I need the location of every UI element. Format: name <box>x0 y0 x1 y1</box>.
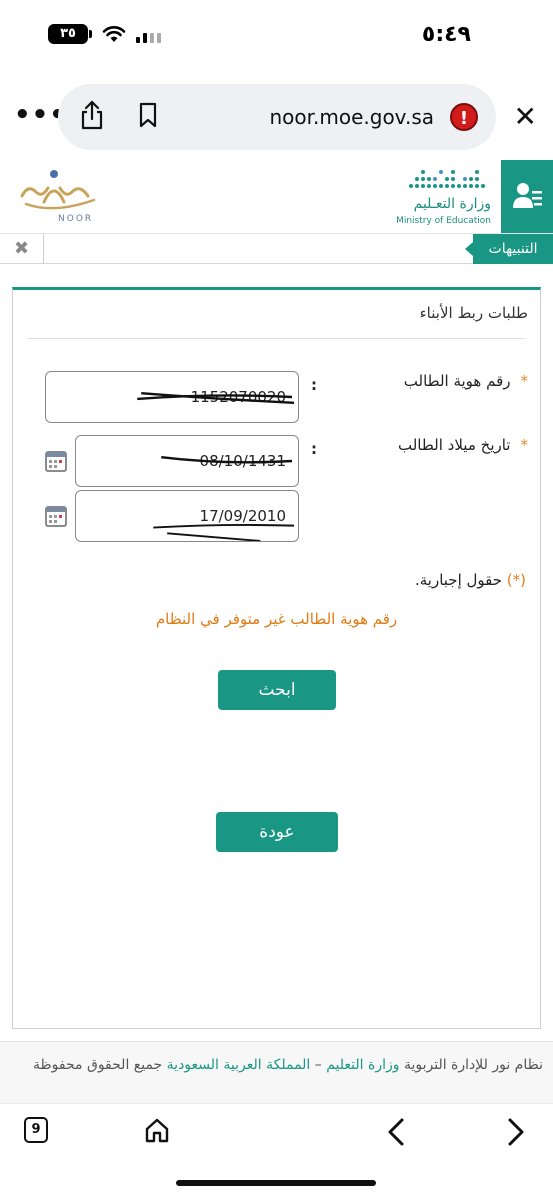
footer-kingdom-link[interactable]: المملكة العربية السعودية <box>167 1057 311 1073</box>
security-warning-icon[interactable]: ! <box>450 103 478 131</box>
tabs-button[interactable]: 9 <box>24 1117 48 1143</box>
footer-dash: – <box>310 1057 327 1073</box>
notifications-bar: ✖ التنبيهات <box>0 234 553 264</box>
footer-rights: جميع الحقوق محفوظة <box>33 1057 167 1073</box>
battery-tip <box>89 30 92 38</box>
close-icon[interactable]: ✖ <box>0 234 44 264</box>
page-title: طلبات ربط الأبناء <box>419 304 528 322</box>
status-time: ٥:٤٩ <box>421 22 471 47</box>
student-id-input[interactable]: 1152070020 <box>45 371 299 423</box>
calendar-icon[interactable] <box>45 505 67 527</box>
footer-ministry-link[interactable]: وزارة التعليم <box>326 1057 399 1073</box>
address-bar[interactable]: noor.moe.gov.sa ! <box>58 84 496 150</box>
footer-text: نظام نور للإدارة التربوية <box>399 1057 543 1073</box>
mandatory-fields-note: (*) حقول إجبارية. <box>414 571 526 589</box>
site-header: NOOR وزارة التعـليم Ministry of Educatio… <box>0 160 553 234</box>
browser-toolbar: ••• noor.moe.gov.sa ! ✕ <box>0 78 553 160</box>
ministry-logo[interactable]: وزارة التعـليم Ministry of Education <box>391 166 491 228</box>
hijri-birth-date-input[interactable]: 08/10/1431 <box>75 435 299 487</box>
close-icon[interactable]: ✕ <box>514 100 537 133</box>
ministry-name-ar: وزارة التعـليم <box>413 196 491 212</box>
wifi-icon <box>102 26 126 42</box>
back-arrow-icon[interactable] <box>386 1117 406 1147</box>
parent-link-requests-card: طلبات ربط الأبناء *رقم هوية الطالب : 115… <box>12 287 541 1029</box>
back-button[interactable]: عودة <box>216 812 338 852</box>
forward-arrow-icon[interactable] <box>506 1117 526 1147</box>
student-id-colon: : <box>311 376 317 394</box>
status-icons: ٣٥ <box>48 24 161 44</box>
calendar-icon[interactable] <box>45 450 67 472</box>
notifications-tab[interactable]: التنبيهات <box>465 234 553 264</box>
home-icon[interactable] <box>144 1117 170 1143</box>
redaction-scribble <box>137 391 295 404</box>
birth-date-colon: : <box>311 440 317 458</box>
url-text[interactable]: noor.moe.gov.sa <box>269 105 434 129</box>
required-star: * <box>520 436 529 454</box>
user-list-icon <box>513 183 542 208</box>
ministry-name-en: Ministry of Education <box>396 216 491 226</box>
bookmark-icon[interactable] <box>138 102 158 128</box>
home-indicator[interactable] <box>176 1180 376 1186</box>
title-divider <box>27 338 526 339</box>
search-button[interactable]: ابحث <box>218 670 336 710</box>
noor-logo-text: NOOR <box>58 214 94 224</box>
error-message: رقم هوية الطالب غير متوفر في النظام <box>155 610 398 628</box>
share-icon[interactable] <box>80 100 104 130</box>
underline-scribble <box>153 524 295 541</box>
battery-icon: ٣٥ <box>48 24 88 44</box>
site-footer: نظام نور للإدارة التربوية وزارة التعليم … <box>0 1041 553 1103</box>
birth-date-label: *تاريخ ميلاد الطالب <box>398 436 528 454</box>
redaction-scribble <box>161 455 293 464</box>
ministry-logo-icon <box>409 170 485 188</box>
gregorian-birth-date-input[interactable]: 17/09/2010 <box>75 490 299 542</box>
user-menu-button[interactable] <box>501 160 553 233</box>
required-star: * <box>520 372 529 390</box>
noor-logo-icon <box>20 170 96 210</box>
noor-logo[interactable]: NOOR <box>14 166 104 228</box>
signal-icon <box>136 25 161 43</box>
status-bar: ٣٥ ٥:٤٩ <box>0 0 553 78</box>
student-id-label: *رقم هوية الطالب <box>403 372 529 390</box>
